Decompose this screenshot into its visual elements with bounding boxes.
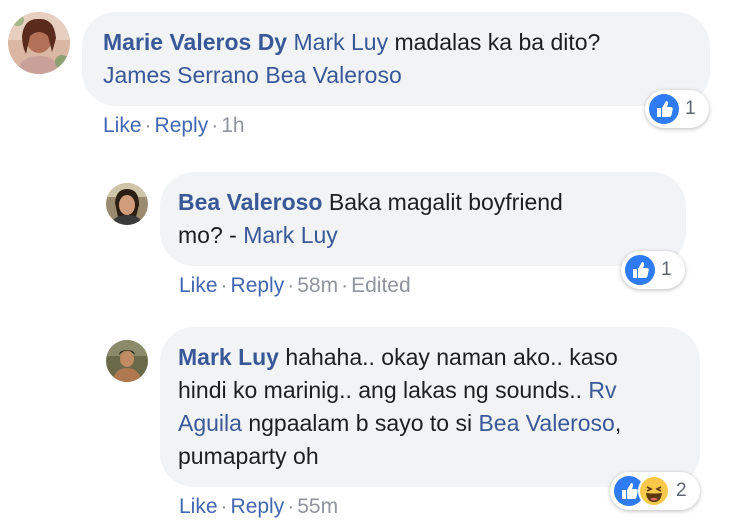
comment-text: hahaha.. okay naman ako.. kaso <box>278 344 618 370</box>
comment-author[interactable]: Marie Valeros Dy <box>103 29 287 55</box>
comment-text: Baka magalit boyfriend <box>322 189 563 215</box>
comment-text: , <box>614 410 622 436</box>
reply-button[interactable]: Reply <box>231 274 285 297</box>
mention-link[interactable]: Rv <box>588 377 616 403</box>
like-button[interactable]: Like <box>179 274 218 297</box>
reaction-summary[interactable]: 1 <box>645 90 709 128</box>
reply-button[interactable]: Reply <box>231 495 285 518</box>
timestamp[interactable]: 55m <box>297 495 338 518</box>
comment-text: madalas ka ba dito? <box>388 29 601 55</box>
comment-actions: Like · Reply · 1h <box>103 114 245 137</box>
mention-link[interactable]: James Serrano Bea Valeroso <box>103 62 402 88</box>
comment-bubble: Bea Valeroso Baka magalit boyfriend mo? … <box>160 172 686 266</box>
comment-bubble: Mark Luy hahaha.. okay naman ako.. kaso … <box>160 327 700 487</box>
mention-link[interactable]: Bea Valeroso <box>478 410 614 436</box>
comment-actions: Like · Reply · 55m <box>179 495 339 518</box>
mention-link[interactable]: Mark Luy <box>294 29 389 55</box>
mention-link[interactable]: Aguila <box>178 410 242 436</box>
profile-photo-icon <box>106 183 148 225</box>
profile-photo-icon <box>106 340 148 382</box>
reaction-count: 1 <box>685 98 696 119</box>
reaction-count: 2 <box>676 480 687 501</box>
reaction-summary[interactable]: 2 <box>610 472 700 510</box>
timestamp[interactable]: 1h <box>221 114 244 137</box>
comment-author[interactable]: Bea Valeroso <box>178 189 322 215</box>
comment-text: pumaparty oh <box>178 443 319 469</box>
like-icon <box>649 94 679 124</box>
edited-label[interactable]: Edited <box>351 274 411 297</box>
haha-icon <box>638 475 670 507</box>
comment-bubble: Marie Valeros Dy Mark Luy madalas ka ba … <box>82 12 710 106</box>
mention-link[interactable]: Mark Luy <box>243 222 338 248</box>
like-button[interactable]: Like <box>179 495 218 518</box>
comment-text: hindi ko marinig.. ang lakas ng sounds.. <box>178 377 583 403</box>
avatar[interactable] <box>8 12 70 74</box>
reply-button[interactable]: Reply <box>155 114 209 137</box>
comment-author[interactable]: Mark Luy <box>178 344 279 370</box>
avatar[interactable] <box>106 340 148 382</box>
comment-actions: Like · Reply · 58m · Edited <box>179 274 411 297</box>
avatar[interactable] <box>106 183 148 225</box>
comment-text: mo? - <box>178 222 244 248</box>
reaction-count: 1 <box>661 259 672 280</box>
timestamp[interactable]: 58m <box>297 274 338 297</box>
like-button[interactable]: Like <box>103 114 142 137</box>
like-icon <box>625 255 655 285</box>
profile-photo-icon <box>8 12 70 74</box>
comment-text: ngpaalam b sayo to si <box>241 410 479 436</box>
reaction-summary[interactable]: 1 <box>621 251 685 289</box>
